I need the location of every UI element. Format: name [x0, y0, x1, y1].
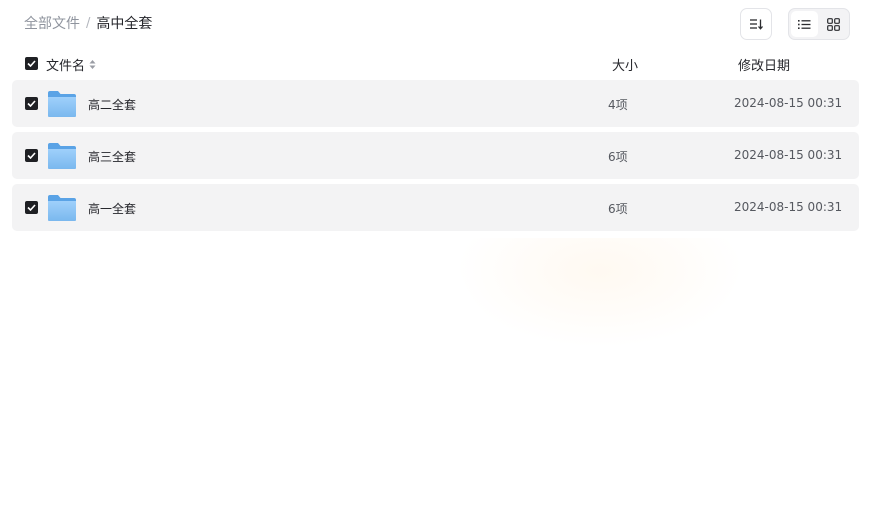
row-checkbox[interactable]	[25, 149, 38, 162]
list-view-icon	[798, 19, 811, 29]
table-row[interactable]: 高二全套 4项 2024-08-15 00:31	[12, 80, 859, 127]
breadcrumb: 全部文件 / 高中全套	[24, 14, 152, 34]
table-header: 文件名 大小 修改日期	[12, 50, 859, 78]
file-size: 6项	[608, 150, 628, 164]
sort-icon	[750, 19, 763, 30]
column-header-size[interactable]: 大小	[612, 55, 638, 74]
breadcrumb-current: 高中全套	[96, 16, 153, 32]
file-date: 2024-08-15 00:31	[734, 148, 843, 162]
check-icon	[27, 152, 36, 159]
folder-icon	[48, 91, 76, 117]
file-date: 2024-08-15 00:31	[734, 96, 843, 110]
file-size: 4项	[608, 98, 628, 112]
check-icon	[27, 204, 36, 211]
file-name[interactable]: 高一全套	[88, 200, 136, 217]
check-icon	[27, 60, 36, 67]
column-header-name[interactable]: 文件名	[46, 55, 96, 74]
view-mode-toggle	[788, 8, 850, 40]
file-name[interactable]: 高二全套	[88, 96, 136, 113]
file-size: 6项	[608, 202, 628, 216]
row-checkbox[interactable]	[25, 201, 38, 214]
folder-icon	[48, 195, 76, 221]
table-row[interactable]: 高三全套 6项 2024-08-15 00:31	[12, 132, 859, 179]
folder-icon	[48, 143, 76, 169]
file-date: 2024-08-15 00:31	[734, 200, 843, 214]
file-name[interactable]: 高三全套	[88, 148, 136, 165]
check-icon	[27, 100, 36, 107]
grid-view-button[interactable]	[820, 11, 847, 37]
row-checkbox[interactable]	[25, 97, 38, 110]
background-glow	[455, 238, 745, 348]
breadcrumb-separator: /	[86, 16, 91, 31]
table-row[interactable]: 高一全套 6项 2024-08-15 00:31	[12, 184, 859, 231]
grid-view-icon	[827, 17, 840, 31]
file-browser: 全部文件 / 高中全套 文件名 大小 修改日期 高二全套 4项 2024-08-…	[0, 0, 874, 514]
sort-arrows-icon	[89, 60, 96, 69]
column-header-date[interactable]: 修改日期	[738, 55, 790, 74]
select-all-checkbox[interactable]	[25, 57, 38, 70]
breadcrumb-root-link[interactable]: 全部文件	[24, 14, 80, 34]
sort-button[interactable]	[740, 8, 772, 40]
list-view-button[interactable]	[791, 11, 818, 37]
column-header-name-label: 文件名	[46, 59, 86, 74]
